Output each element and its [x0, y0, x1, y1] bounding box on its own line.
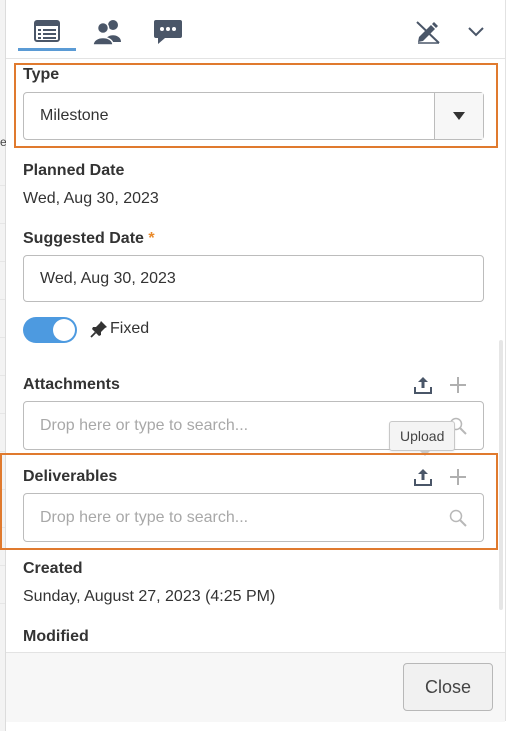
tab-details[interactable] [18, 14, 76, 51]
created-value: Sunday, August 27, 2023 (4:25 PM) [23, 588, 276, 605]
deliverables-search-input[interactable]: Drop here or type to search... [23, 493, 484, 542]
modified-label: Modified [23, 628, 89, 645]
planned-date-label: Planned Date [23, 162, 125, 179]
background-grid-lines [0, 185, 5, 641]
close-button[interactable]: Close [403, 663, 493, 711]
upload-tooltip: Upload [389, 421, 456, 451]
attachments-add-button[interactable] [445, 372, 471, 398]
people-icon [92, 20, 121, 46]
created-label: Created [23, 560, 83, 577]
fixed-toggle[interactable] [23, 317, 77, 343]
suggested-date-label: Suggested Date * [23, 230, 155, 247]
deliverables-search-placeholder: Drop here or type to search... [40, 508, 249, 526]
fixed-label: Fixed [110, 320, 150, 337]
panel-content: Type Milestone Planned Date Wed, Aug 30,… [6, 58, 505, 652]
suggested-date-input-value: Wed, Aug 30, 2023 [40, 269, 176, 287]
upload-icon [414, 377, 432, 394]
attachments-upload-button[interactable] [410, 372, 436, 398]
details-list-icon [34, 20, 60, 42]
panel-toolbar [6, 0, 505, 59]
caret-down-icon [453, 112, 465, 120]
details-panel: Type Milestone Planned Date Wed, Aug 30,… [0, 0, 506, 722]
type-select-value: Milestone [40, 107, 109, 124]
type-label: Type [23, 66, 60, 83]
required-marker: * [148, 230, 155, 247]
plus-icon [450, 377, 466, 393]
chat-icon [154, 20, 182, 44]
type-dropdown-button[interactable] [434, 93, 483, 139]
attachments-search-placeholder: Drop here or type to search... [40, 416, 249, 434]
panel-footer: Close [6, 652, 505, 722]
more-options-button[interactable] [458, 14, 494, 50]
plus-icon [450, 469, 466, 485]
tab-comments[interactable] [144, 14, 192, 50]
planned-date-value: Wed, Aug 30, 2023 [23, 190, 159, 207]
search-icon [449, 509, 467, 527]
suggested-date-input[interactable]: Wed, Aug 30, 2023 [23, 255, 484, 302]
upload-tooltip-arrow [419, 450, 431, 456]
deliverables-label: Deliverables [23, 468, 118, 485]
hide-button[interactable] [408, 14, 448, 50]
deliverables-add-button[interactable] [445, 464, 471, 490]
fixed-toggle-knob [53, 319, 75, 341]
chevron-down-icon [468, 27, 484, 37]
deliverables-upload-button[interactable] [410, 464, 436, 490]
pin-icon [90, 321, 107, 338]
fixed-label-group: Fixed [90, 320, 149, 338]
attachments-label: Attachments [23, 376, 120, 393]
content-scrollbar[interactable] [499, 340, 503, 610]
hide-pen-icon [416, 21, 440, 44]
tab-people[interactable] [84, 14, 132, 50]
upload-icon [414, 469, 432, 486]
type-select[interactable]: Milestone [23, 92, 484, 140]
